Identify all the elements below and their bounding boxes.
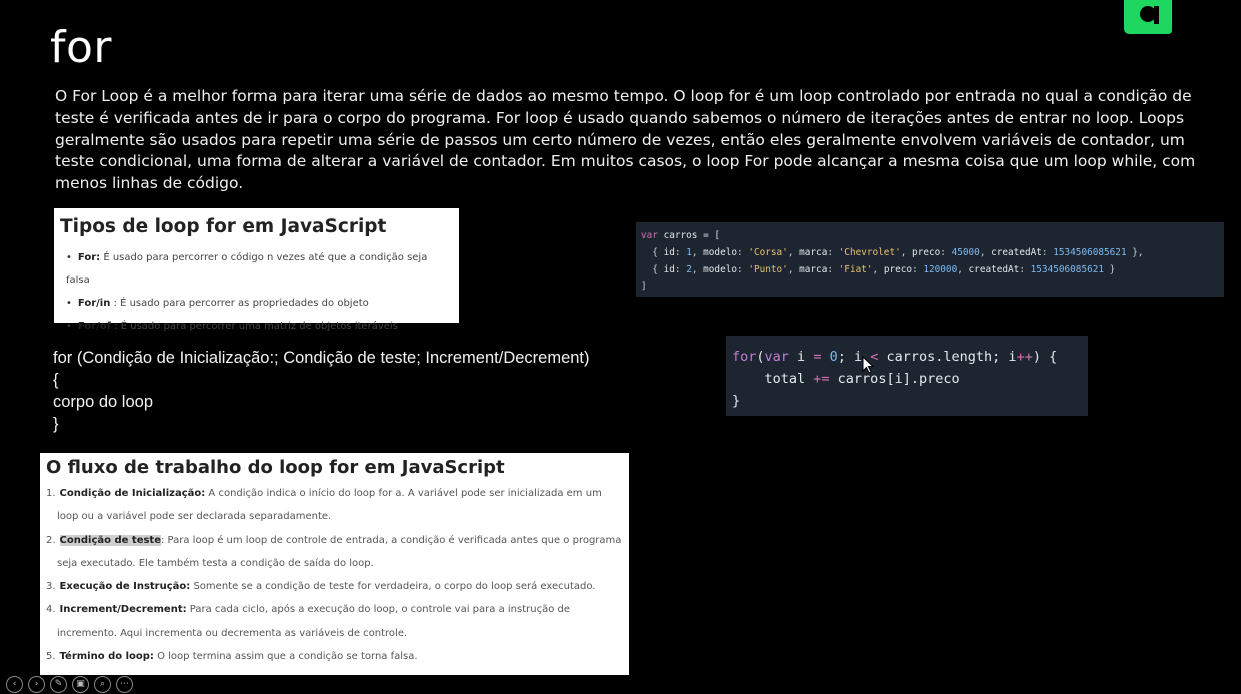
list-item: 5. Término do loop: O loop termina assim … (46, 651, 418, 663)
syntax-line: for (Condição de Inicialização:; Condiçã… (53, 349, 590, 367)
syntax-line: } (53, 415, 59, 433)
list-item: For: É usado para percorrer o código n v… (66, 246, 453, 292)
list-item: 3. Execução de Instrução: Somente se a co… (46, 581, 596, 593)
list-item: 2. Condição de teste: Para loop é um loop… (46, 534, 622, 569)
loop-workflow-title: O fluxo de trabalho do loop for em JavaS… (46, 457, 505, 478)
highlighted-text: Condição de teste (59, 534, 161, 546)
presentation-controls: ‹ › ✎ ▣ ⌕ ⋯ (6, 674, 133, 694)
chevron-right-icon[interactable]: › (28, 675, 45, 693)
list-item: 4. Increment/Decrement: Para cada ciclo, … (46, 604, 570, 639)
list-item: For/of : É usado para percorrer uma matr… (66, 315, 453, 338)
for-syntax-description: for (Condição de Inicialização:; Condiçã… (53, 347, 590, 435)
brand-logo-icon (1124, 0, 1172, 34)
slides-icon[interactable]: ▣ (72, 675, 89, 693)
cars-array-code-block: var carros = [ { id: 1, modelo: 'Corsa',… (636, 222, 1224, 297)
intro-paragraph: O For Loop é a melhor forma para iterar … (55, 87, 1196, 193)
syntax-line: { (53, 371, 59, 389)
slide-title: for (50, 22, 112, 73)
loop-types-list: For: É usado para percorrer o código n v… (60, 246, 453, 338)
loop-workflow-card: O fluxo de trabalho do loop for em JavaS… (40, 453, 629, 675)
loop-types-card: Tipos de loop for em JavaScript For: É u… (54, 208, 459, 332)
for-loop-code-block: for(var i = 0; i < carros.length; i++) {… (726, 336, 1088, 416)
syntax-line: corpo do loop (53, 393, 153, 411)
list-item: For/in : É usado para percorrer as propr… (66, 292, 453, 315)
loop-workflow-list: 1. Condição de Inicialização: A condição … (46, 482, 623, 668)
mouse-cursor-icon (862, 356, 874, 374)
zoom-icon[interactable]: ⌕ (94, 675, 111, 693)
chevron-left-icon[interactable]: ‹ (6, 675, 23, 693)
list-item: 1. Condição de Inicialização: A condição … (46, 488, 602, 523)
pen-icon[interactable]: ✎ (50, 675, 67, 693)
loop-types-title: Tipos de loop for em JavaScript (60, 216, 387, 237)
more-icon[interactable]: ⋯ (116, 675, 133, 693)
